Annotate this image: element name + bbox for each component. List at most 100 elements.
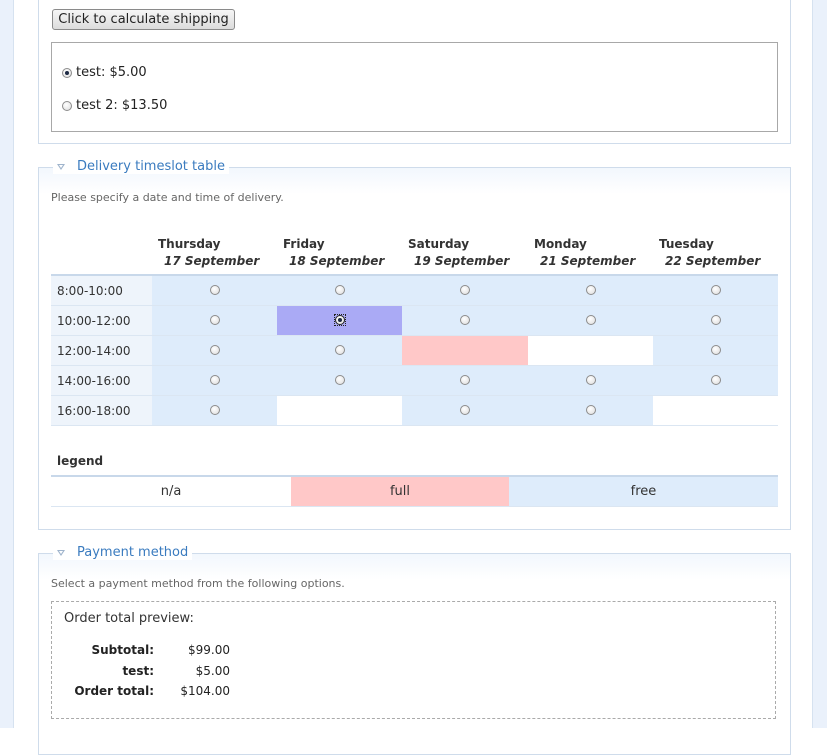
timeslot-radio[interactable] [209,374,220,385]
day-header: Friday 18 September [277,230,402,276]
day-date: 17 September [164,253,260,268]
day-name: Saturday [408,236,470,251]
timeslot-radio[interactable] [585,314,596,325]
shipping-options-box: test: $5.00 test 2: $13.50 [51,42,778,132]
day-date: 18 September [289,253,385,268]
shipping-option-label: test 2: $13.50 [76,98,168,113]
delivery-description: Please specify a date and time of delive… [51,191,284,204]
timeslot-radio[interactable] [710,374,721,385]
timeslot-cell-free[interactable] [277,365,402,396]
time-column-header [51,230,152,276]
payment-method-title[interactable]: Payment method [77,545,188,560]
timeslot-cell-free[interactable] [653,305,778,336]
shipping-option-label: test: $5.00 [76,65,147,80]
timeslot-radio[interactable] [209,314,220,325]
timeslot-radio[interactable] [460,314,470,325]
shipping-option-test[interactable]: test: $5.00 [62,65,147,80]
payment-method-fieldset: Payment method Select a payment method f… [38,545,791,755]
timeslot-cell-free[interactable] [152,335,277,366]
timeslot-radio[interactable] [209,284,220,295]
timeslot-radio[interactable] [585,404,596,415]
line-item-subtotal: Subtotal: $99.00 [52,643,230,657]
timeslot-cell-selected[interactable] [277,305,402,336]
timeslot-row: 14:00-16:00 [51,365,778,396]
timeslot-cell-free[interactable] [277,335,402,366]
day-header: Thursday 17 September [152,230,277,276]
timeslot-radio[interactable] [209,344,220,355]
timeslot-time-label: 10:00-12:00 [51,305,152,336]
calculate-shipping-button[interactable]: Click to calculate shipping [52,9,235,30]
line-item-label: Subtotal: [91,643,154,657]
collapse-triangle-icon [57,163,65,170]
timeslot-header-row: Thursday 17 September Friday 18 September … [51,230,778,276]
timeslot-radio[interactable] [209,404,220,415]
timeslot-radio[interactable] [460,284,470,295]
timeslot-radio[interactable] [334,344,345,355]
day-header: Tuesday 22 September [653,230,778,276]
timeslot-radio[interactable] [334,284,345,295]
timeslot-cell-na [528,335,653,366]
legend-na: n/a [51,475,291,507]
timeslot-cell-free[interactable] [402,365,528,396]
collapse-triangle-icon [57,549,65,556]
line-item-shipping: test: $5.00 [52,664,230,678]
timeslot-cell-na [653,395,778,426]
timeslot-cell-free[interactable] [402,395,528,426]
timeslot-row: 10:00-12:00 [51,305,778,336]
timeslot-radio[interactable] [710,314,721,325]
radio-button[interactable] [62,100,72,111]
day-name: Tuesday [659,236,714,251]
timeslot-cell-full [402,335,528,366]
timeslot-radio[interactable] [334,374,345,385]
order-total-preview: Order total preview: Subtotal: $99.00 te… [51,601,776,719]
timeslot-row: 8:00-10:00 [51,275,778,306]
legend-table: n/a full free [51,475,778,507]
timeslot-radio-checked[interactable] [333,313,346,326]
timeslot-time-label: 12:00-14:00 [51,335,152,366]
timeslot-radio[interactable] [460,374,470,385]
timeslot-cell-free[interactable] [277,275,402,306]
day-date: 22 September [665,253,761,268]
delivery-timeslot-fieldset: Delivery timeslot table Please specify a… [38,159,791,530]
payment-description: Select a payment method from the followi… [51,577,345,590]
line-item-value: $5.00 [195,664,230,678]
day-date: 19 September [414,253,510,268]
timeslot-radio[interactable] [710,284,721,295]
timeslot-cell-free[interactable] [152,305,277,336]
day-name: Friday [283,236,325,251]
shipping-option-test-2[interactable]: test 2: $13.50 [62,98,167,113]
timeslot-cell-free[interactable] [152,365,277,396]
payment-method-legend[interactable]: Payment method [53,545,193,560]
timeslot-cell-free[interactable] [528,275,653,306]
timeslot-cell-free[interactable] [653,275,778,306]
left-page-border [0,0,14,728]
timeslot-cell-free[interactable] [402,305,528,336]
timeslot-radio[interactable] [460,404,470,415]
timeslot-cell-free[interactable] [653,335,778,366]
timeslot-cell-free[interactable] [528,365,653,396]
timeslot-radio[interactable] [710,344,721,355]
timeslot-row: 16:00-18:00 [51,395,778,426]
timeslot-cell-free[interactable] [152,275,277,306]
timeslot-cell-free[interactable] [402,275,528,306]
delivery-timeslot-legend[interactable]: Delivery timeslot table [53,159,229,174]
timeslot-time-label: 16:00-18:00 [51,395,152,426]
legend-full: full [291,475,509,507]
legend-title: legend [57,454,104,468]
timeslot-radio[interactable] [585,374,596,385]
line-item-value: $99.00 [188,643,230,657]
timeslot-cell-free[interactable] [528,305,653,336]
preview-title: Order total preview: [64,611,194,626]
day-date: 21 September [540,253,636,268]
day-name: Thursday [158,236,221,251]
timeslot-table: Thursday 17 September Friday 18 September … [51,230,778,426]
radio-button-checked[interactable] [62,67,72,78]
timeslot-radio[interactable] [585,284,596,295]
day-header: Monday 21 September [528,230,653,276]
timeslot-cell-free[interactable] [528,395,653,426]
timeslot-row: 12:00-14:00 [51,335,778,366]
line-item-label: test: [122,664,154,678]
timeslot-cell-free[interactable] [653,365,778,396]
delivery-timeslot-title[interactable]: Delivery timeslot table [77,159,225,174]
timeslot-cell-free[interactable] [152,395,277,426]
